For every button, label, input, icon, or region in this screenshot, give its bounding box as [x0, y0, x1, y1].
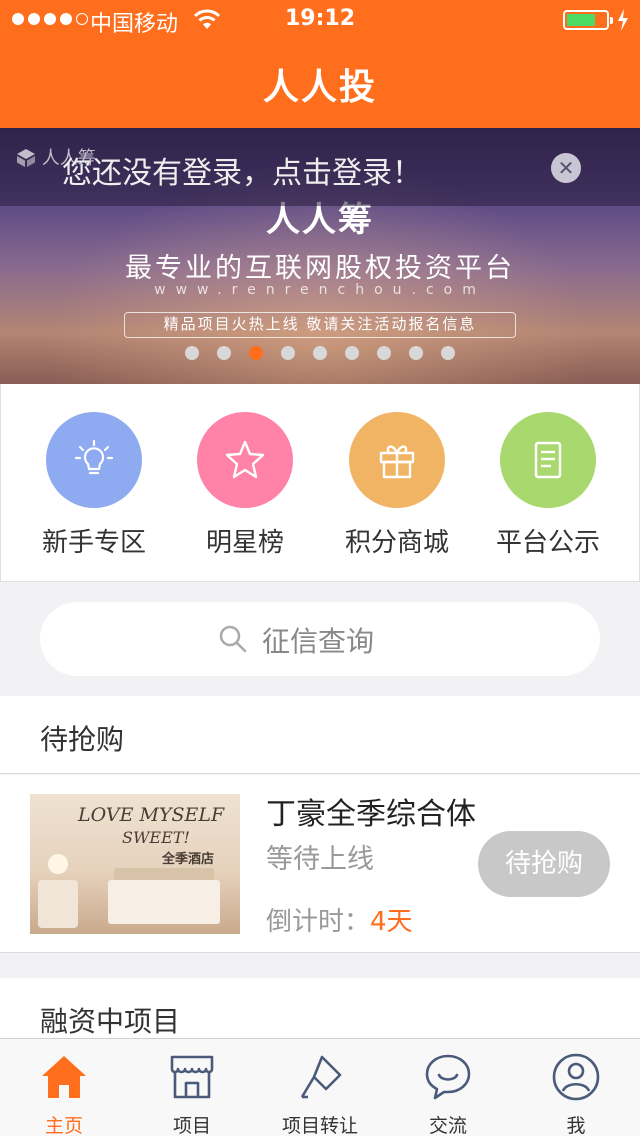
tab-label: 项目转让 [281, 1115, 358, 1136]
carousel-dot[interactable] [281, 346, 295, 360]
thumbnail-text: LOVE MYSELF [78, 804, 225, 826]
quick-entry-label: 明星榜 [205, 528, 284, 558]
project-card[interactable]: LOVE MYSELF SWEET! 全季酒店 丁豪全季综合体 等待上线 倒计时… [0, 775, 640, 953]
section-header-pending: 待抢购 [0, 696, 640, 774]
quick-entry-label: 新手专区 [41, 528, 146, 558]
thumbnail-text: 全季酒店 [162, 852, 215, 867]
carousel-dot[interactable] [313, 346, 327, 360]
home-icon [42, 1056, 86, 1098]
close-login-prompt-button[interactable]: ✕ [551, 153, 581, 183]
lightbulb-icon [46, 412, 142, 508]
status-time: 19:12 [284, 6, 356, 31]
quick-entry-label: 平台公示 [495, 528, 600, 558]
tab-label: 我 [566, 1115, 586, 1136]
charging-icon [618, 9, 628, 31]
quick-entry-grid: 新手专区 明星榜 积分商城 平台公示 [0, 384, 640, 582]
star-icon [197, 412, 293, 508]
carousel-dot[interactable] [409, 346, 423, 360]
tab-community[interactable]: 交流 [384, 1039, 512, 1136]
banner-url: www.renrenchou.com [154, 282, 486, 298]
bottom-tab-bar: 主页 项目 项目转让 交流 我 [0, 1038, 640, 1136]
project-status: 等待上线 [266, 844, 374, 875]
project-countdown: 倒计时：4天 [266, 901, 413, 938]
quick-entry-newbie[interactable]: 新手专区 [14, 412, 174, 559]
tab-label: 交流 [428, 1115, 467, 1136]
login-prompt-text[interactable]: 您还没有登录，点击登录！ [62, 148, 422, 192]
tab-me[interactable]: 我 [512, 1039, 640, 1136]
quick-entry-announcements[interactable]: 平台公示 [468, 412, 628, 559]
search-icon [219, 625, 247, 653]
project-thumbnail: LOVE MYSELF SWEET! 全季酒店 [30, 794, 240, 934]
status-bar: 中国移动 19:12 [0, 0, 640, 40]
transfer-icon [300, 1055, 342, 1099]
banner-notice: 精品项目火热上线 敬请关注活动报名信息 [124, 312, 516, 338]
promo-banner[interactable]: 人人筹 最专业的互联网股权投资平台 www.renrenchou.com 精品项… [0, 128, 640, 384]
close-icon: ✕ [557, 156, 575, 180]
cube-logo-icon [17, 149, 35, 167]
login-prompt-bar[interactable]: 人人筹 您还没有登录，点击登录！ ✕ [0, 128, 640, 206]
tab-project-transfer[interactable]: 项目转让 [256, 1039, 384, 1136]
quick-entry-star-ranking[interactable]: 明星榜 [165, 412, 325, 559]
carousel-dot[interactable] [217, 346, 231, 360]
carousel-indicator [0, 346, 640, 360]
quick-entry-label: 积分商城 [344, 528, 449, 558]
tab-label: 项目 [172, 1115, 211, 1136]
countdown-value: 4天 [370, 907, 413, 937]
section-title: 待抢购 [40, 723, 125, 756]
document-icon [500, 412, 596, 508]
carousel-dot[interactable] [441, 346, 455, 360]
search-placeholder: 征信查询 [262, 625, 375, 658]
carousel-dot[interactable] [345, 346, 359, 360]
countdown-label: 倒计时： [266, 907, 371, 937]
tab-home[interactable]: 主页 [0, 1039, 128, 1136]
project-name[interactable]: 丁豪全季综合体 [266, 789, 476, 833]
carousel-dot-active[interactable] [249, 346, 263, 360]
banner-slogan: 最专业的互联网股权投资平台 [125, 253, 515, 284]
carousel-dot[interactable] [185, 346, 199, 360]
section-title: 融资中项目 [40, 1005, 181, 1038]
tab-projects[interactable]: 项目 [128, 1039, 256, 1136]
storefront-icon [170, 1055, 214, 1099]
gift-icon [349, 412, 445, 508]
chat-icon [425, 1054, 471, 1100]
page-title: 人人投 [262, 67, 377, 108]
user-icon [552, 1053, 600, 1101]
quick-entry-points-mall[interactable]: 积分商城 [317, 412, 477, 559]
battery-icon [563, 10, 613, 30]
tab-label: 主页 [44, 1115, 83, 1136]
carousel-dot[interactable] [377, 346, 391, 360]
pending-purchase-button[interactable]: 待抢购 [478, 831, 610, 897]
credit-search-bar[interactable]: 征信查询 [40, 602, 600, 676]
thumbnail-text: SWEET! [122, 828, 190, 847]
app-header: 中国移动 19:12 人人投 [0, 0, 640, 128]
